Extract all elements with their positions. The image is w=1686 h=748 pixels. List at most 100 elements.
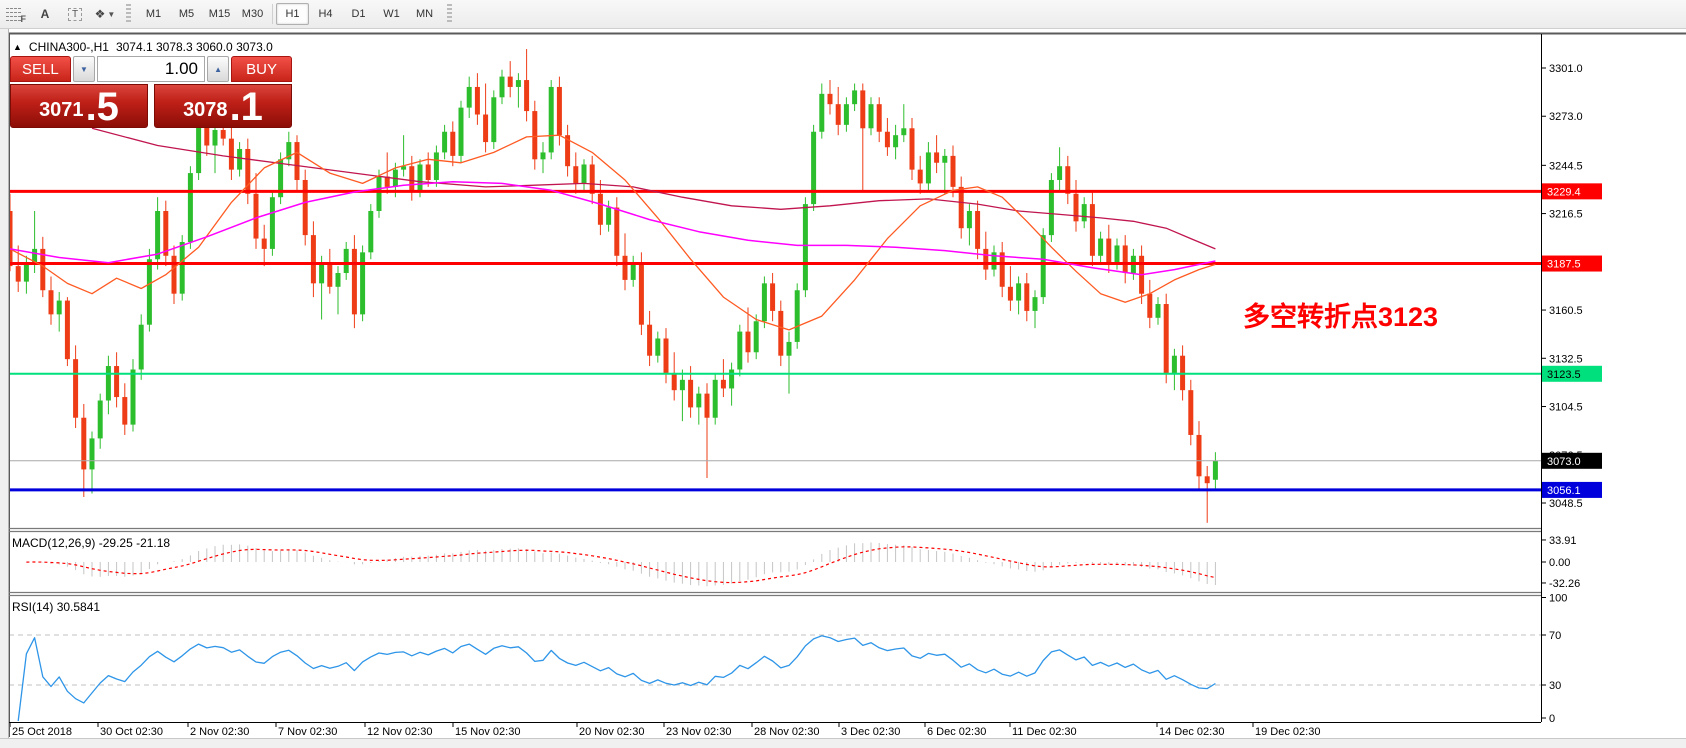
- price-label-text: 3187.5: [1547, 259, 1581, 271]
- candle-body: [65, 301, 70, 360]
- candle-body: [434, 152, 439, 180]
- candle-body: [762, 283, 767, 321]
- candle-body: [606, 208, 611, 225]
- candle-body: [664, 338, 669, 372]
- candle-body: [450, 132, 455, 156]
- chart-plot-area[interactable]: [9, 34, 1541, 722]
- candle-body: [934, 152, 939, 162]
- candle-body: [1156, 304, 1161, 318]
- time-tick-label: 28 Nov 02:30: [754, 726, 819, 738]
- collapse-chart-icon[interactable]: ▲: [13, 42, 22, 52]
- candle-body: [360, 252, 365, 314]
- candle-body: [98, 401, 103, 439]
- candle-body: [508, 77, 513, 87]
- candle-body: [155, 211, 160, 259]
- candle-body: [147, 259, 152, 324]
- candle-body: [557, 87, 562, 135]
- candle-body: [721, 380, 726, 389]
- terminal-window: F A T ❖ ▼ M1M5M15M30H1H4D1W1MN 3301.0327…: [0, 0, 1686, 748]
- candle-body: [729, 369, 734, 388]
- candle-body: [696, 394, 701, 408]
- candle-body: [336, 273, 341, 287]
- candle-body: [81, 418, 86, 470]
- candle-body: [803, 204, 808, 290]
- candle-body: [713, 380, 718, 418]
- candle-body: [901, 128, 906, 135]
- price-label-text: 3073.0: [1547, 456, 1581, 468]
- price-tick-label: 3216.5: [1549, 209, 1583, 221]
- candle-body: [631, 263, 636, 280]
- candle-body: [828, 94, 833, 104]
- candle-body: [368, 211, 373, 252]
- macd-tick-label: 33.91: [1549, 535, 1577, 547]
- time-tick-label: 11 Dec 02:30: [1012, 726, 1077, 738]
- buy-button[interactable]: BUY: [231, 56, 292, 82]
- candle-body: [532, 111, 537, 159]
- candle-body: [1008, 287, 1013, 301]
- candle-body: [262, 239, 267, 249]
- bid-dec: .5: [86, 90, 119, 124]
- volume-decrease-button[interactable]: ▼: [73, 56, 95, 82]
- candle-body: [122, 397, 127, 425]
- candle-body: [90, 438, 95, 469]
- time-axis: 25 Oct 201830 Oct 02:302 Nov 02:307 Nov …: [10, 722, 1320, 738]
- price-tick-label: 3104.5: [1549, 402, 1583, 414]
- candle-body: [705, 394, 710, 418]
- macd-label: MACD(12,26,9) -29.25 -21.18: [12, 536, 170, 550]
- candle-body: [352, 249, 357, 314]
- candle-body: [549, 87, 554, 152]
- price-tick-label: 3273.0: [1549, 111, 1583, 123]
- candle-body: [778, 311, 783, 356]
- candle-body: [1090, 204, 1095, 256]
- candle-body: [106, 366, 111, 400]
- candle-body: [672, 373, 677, 390]
- volume-input[interactable]: [97, 56, 205, 82]
- candle-body: [819, 94, 824, 132]
- candle-body: [869, 104, 874, 128]
- macd-tick-label: -32.26: [1549, 578, 1580, 590]
- macd-tick-label: 0.00: [1549, 557, 1570, 569]
- candle-body: [516, 80, 521, 87]
- candle-body: [1188, 390, 1193, 435]
- candle-body: [409, 166, 414, 190]
- candle-body: [442, 132, 447, 153]
- candle-body: [377, 177, 382, 211]
- candle-body: [598, 194, 603, 225]
- candle-body: [139, 325, 144, 370]
- candle-body: [877, 104, 882, 132]
- price-label-text: 3123.5: [1547, 369, 1581, 381]
- price-label-text: 3229.4: [1547, 186, 1581, 198]
- volume-increase-button[interactable]: ▲: [207, 56, 229, 82]
- candle-body: [811, 132, 816, 204]
- candle-body: [844, 104, 849, 125]
- candle-body: [926, 152, 931, 183]
- time-tick-label: 3 Dec 02:30: [841, 726, 900, 738]
- rsi-label: RSI(14) 30.5841: [12, 600, 100, 614]
- candle-body: [655, 338, 660, 355]
- time-tick-label: 6 Dec 02:30: [927, 726, 986, 738]
- candle-body: [541, 152, 546, 159]
- candle-body: [623, 256, 628, 280]
- rsi-tick-label: 100: [1549, 593, 1567, 605]
- candle-body: [1172, 356, 1177, 373]
- candle-body: [1147, 294, 1152, 318]
- sell-button[interactable]: SELL: [10, 56, 71, 82]
- price-label-text: 3056.1: [1547, 485, 1581, 497]
- candle-body: [418, 164, 423, 190]
- candle-body: [754, 321, 759, 352]
- ask-price-box[interactable]: 3078 .1: [154, 84, 292, 128]
- candle-body: [467, 87, 472, 108]
- bid-price-box[interactable]: 3071 .5: [10, 84, 148, 128]
- price-axis: 3301.03273.03244.53216.53160.53132.53104…: [1541, 63, 1602, 725]
- candle-body: [975, 211, 980, 249]
- candle-body: [680, 380, 685, 390]
- candle-body: [746, 332, 751, 353]
- candle-body: [16, 266, 21, 282]
- candle-body: [303, 180, 308, 235]
- candle-body: [1123, 245, 1128, 273]
- candle-body: [582, 164, 587, 183]
- candle-body: [1024, 283, 1029, 311]
- candle-body: [311, 235, 316, 283]
- candle-body: [426, 164, 431, 180]
- time-tick-label: 2 Nov 02:30: [190, 726, 249, 738]
